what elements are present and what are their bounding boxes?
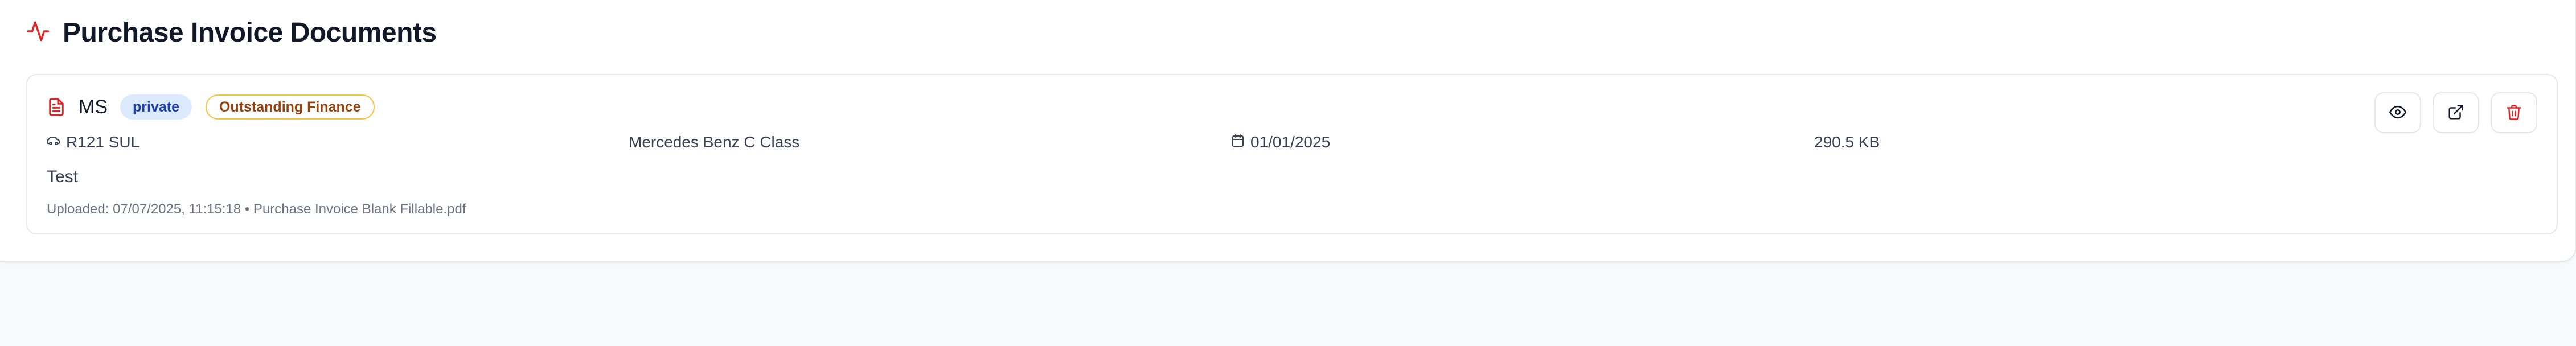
document-actions <box>2374 92 2537 133</box>
date-field: 01/01/2025 <box>1231 133 1330 151</box>
external-link-icon <box>2447 104 2464 122</box>
eye-icon <box>2389 104 2406 122</box>
activity-icon <box>26 19 50 46</box>
file-text-icon <box>47 97 66 117</box>
page-header: Purchase Invoice Documents <box>26 17 437 48</box>
registration-field: R121 SUL <box>47 133 140 151</box>
vehicle-model: Mercedes Benz C Class <box>629 133 800 151</box>
document-card-header: MS private Outstanding Finance <box>47 94 388 120</box>
document-card: MS private Outstanding Finance R121 SUL … <box>26 74 2558 234</box>
delete-button[interactable] <box>2491 92 2537 133</box>
visibility-badge: private <box>120 94 192 120</box>
status-badge: Outstanding Finance <box>205 94 375 120</box>
open-external-button[interactable] <box>2433 92 2479 133</box>
document-notes: Test <box>47 167 79 186</box>
trash-icon <box>2505 104 2522 122</box>
upload-meta: Uploaded: 07/07/2025, 11:15:18 • Purchas… <box>47 201 466 217</box>
registration-value: R121 SUL <box>66 133 140 151</box>
calendar-icon <box>1231 133 1250 151</box>
page-title: Purchase Invoice Documents <box>63 18 437 48</box>
date-value: 01/01/2025 <box>1250 133 1331 151</box>
car-icon <box>47 133 66 151</box>
document-initials: MS <box>79 96 108 118</box>
documents-panel: Purchase Invoice Documents MS private Ou… <box>0 0 2576 262</box>
document-details-row: R121 SUL Mercedes Benz C Class 01/01/202… <box>47 133 1926 158</box>
file-size: 290.5 KB <box>1814 133 1880 151</box>
view-button[interactable] <box>2374 92 2421 133</box>
